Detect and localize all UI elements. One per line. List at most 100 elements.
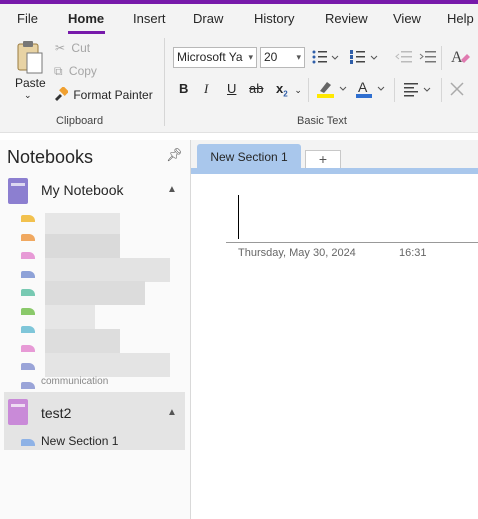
clipboard-group-label: Clipboard — [56, 115, 104, 127]
numbered-list-icon — [350, 50, 378, 64]
highlight-button[interactable] — [316, 79, 350, 102]
italic-button[interactable]: I — [204, 81, 208, 97]
ribbon-separator — [308, 78, 309, 102]
align-left-icon — [404, 83, 431, 97]
blurred-region — [45, 305, 95, 329]
decrease-indent-button[interactable] — [395, 49, 413, 68]
section-tab-icon[interactable] — [21, 326, 35, 333]
clear-formatting-icon: A — [451, 49, 470, 66]
subscript-button[interactable]: x2 ⌄ — [276, 81, 302, 99]
chevron-down-icon: ▾ — [296, 52, 301, 62]
bullet-list-button[interactable] — [311, 49, 339, 68]
decrease-indent-icon — [395, 51, 412, 63]
cut-button[interactable]: ✂ Cut — [55, 41, 90, 55]
cut-label: Cut — [71, 41, 91, 55]
section-tab-icon[interactable] — [21, 381, 35, 389]
paste-button[interactable] — [14, 40, 44, 79]
menu-help[interactable]: Help — [447, 11, 474, 26]
copy-icon: ⧉ — [54, 64, 63, 78]
section-tab-icon[interactable] — [21, 252, 35, 259]
section-tab-icon[interactable] — [21, 233, 35, 241]
notebook-icon — [8, 399, 28, 425]
notebook-row-my-notebook[interactable]: My Notebook ▲ — [4, 175, 185, 207]
blurred-region — [45, 258, 170, 282]
menu-file[interactable]: File — [17, 11, 38, 26]
font-name-combo[interactable]: Microsoft Ya ▾ — [173, 47, 257, 68]
section-tab-icon[interactable] — [21, 344, 35, 352]
font-color-button[interactable]: A — [355, 79, 389, 102]
section-tab-active[interactable]: New Section 1 — [197, 144, 301, 170]
increase-indent-button[interactable] — [419, 49, 437, 68]
chevron-down-icon: ▾ — [248, 52, 253, 62]
delete-button[interactable] — [449, 81, 465, 100]
section-tab-icon[interactable] — [21, 270, 35, 278]
section-tab-icon[interactable] — [21, 215, 35, 222]
title-underline — [226, 242, 478, 243]
font-color-icon: A — [356, 79, 385, 98]
paste-icon — [17, 41, 43, 74]
chevron-down-icon: ⌄ — [294, 85, 302, 95]
underline-button[interactable]: U — [227, 81, 236, 96]
pin-icon[interactable]: 📌︎ — [166, 147, 183, 163]
notebook-icon — [8, 178, 28, 204]
menu-bar: File Home Insert Draw History Review Vie… — [0, 4, 478, 34]
font-size-combo[interactable]: 20 ▾ — [260, 47, 305, 68]
page-time: 16:31 — [399, 247, 427, 259]
copy-button[interactable]: ⧉ Copy — [54, 64, 97, 79]
section-tab-icon[interactable] — [21, 289, 35, 296]
section-tab-icon — [21, 439, 35, 446]
ribbon-separator — [441, 78, 442, 102]
format-painter-icon — [55, 86, 69, 101]
ribbon: Paste ⌄ ✂ Cut ⧉ Copy Format Painter Clip… — [0, 34, 478, 133]
menu-insert[interactable]: Insert — [133, 11, 166, 26]
numbered-list-button[interactable] — [349, 49, 379, 68]
copy-label: Copy — [68, 64, 97, 78]
section-color-bar — [191, 168, 478, 174]
blurred-region — [45, 353, 170, 377]
chevron-up-icon[interactable]: ▲ — [167, 184, 177, 195]
strikethrough-button[interactable]: ab — [249, 81, 263, 96]
paste-dropdown-icon[interactable]: ⌄ — [24, 90, 32, 101]
menu-history[interactable]: History — [254, 11, 294, 26]
blurred-region — [45, 281, 145, 305]
section-label: New Section 1 — [41, 434, 119, 448]
increase-indent-icon — [419, 51, 436, 63]
section-tab-icon[interactable] — [21, 363, 35, 370]
paragraph-alignment-button[interactable] — [403, 81, 433, 100]
chevron-up-icon[interactable]: ▲ — [167, 407, 177, 418]
menu-review[interactable]: Review — [325, 11, 368, 26]
menu-draw[interactable]: Draw — [193, 11, 223, 26]
partial-section-label: communication — [41, 376, 109, 384]
notebook-label: test2 — [41, 405, 72, 421]
ribbon-separator — [394, 78, 395, 102]
font-size-value: 20 — [264, 50, 278, 64]
menu-home[interactable]: Home — [68, 11, 104, 26]
bullet-list-icon — [312, 50, 339, 64]
ribbon-separator — [164, 38, 165, 126]
highlighter-icon — [317, 82, 347, 98]
svg-text:A: A — [358, 79, 368, 95]
close-icon — [450, 82, 464, 96]
page-canvas[interactable] — [191, 168, 478, 519]
ribbon-separator — [441, 46, 442, 70]
bold-button[interactable]: B — [179, 81, 188, 96]
section-item-new-section-1[interactable]: New Section 1 — [4, 433, 185, 450]
subscript-mark: 2 — [283, 89, 288, 99]
blurred-region — [45, 329, 120, 353]
svg-text:A: A — [451, 49, 463, 66]
format-painter-button[interactable]: Format Painter — [54, 86, 153, 102]
clear-formatting-button[interactable]: A — [449, 46, 471, 71]
section-tab-icon[interactable] — [21, 307, 35, 315]
notebook-label: My Notebook — [41, 182, 124, 198]
add-section-button[interactable]: + — [305, 150, 341, 169]
page-date: Thursday, May 30, 2024 — [238, 247, 356, 259]
format-painter-label: Format Painter — [73, 88, 153, 102]
basic-text-group-label: Basic Text — [297, 115, 347, 127]
title-text-cursor[interactable] — [238, 195, 239, 239]
font-name-value: Microsoft Ya — [177, 50, 243, 64]
cut-icon: ✂ — [55, 41, 66, 55]
paste-label[interactable]: Paste — [15, 76, 46, 90]
menu-view[interactable]: View — [393, 11, 421, 26]
blurred-region — [45, 234, 120, 258]
notebooks-title: Notebooks — [7, 147, 94, 167]
